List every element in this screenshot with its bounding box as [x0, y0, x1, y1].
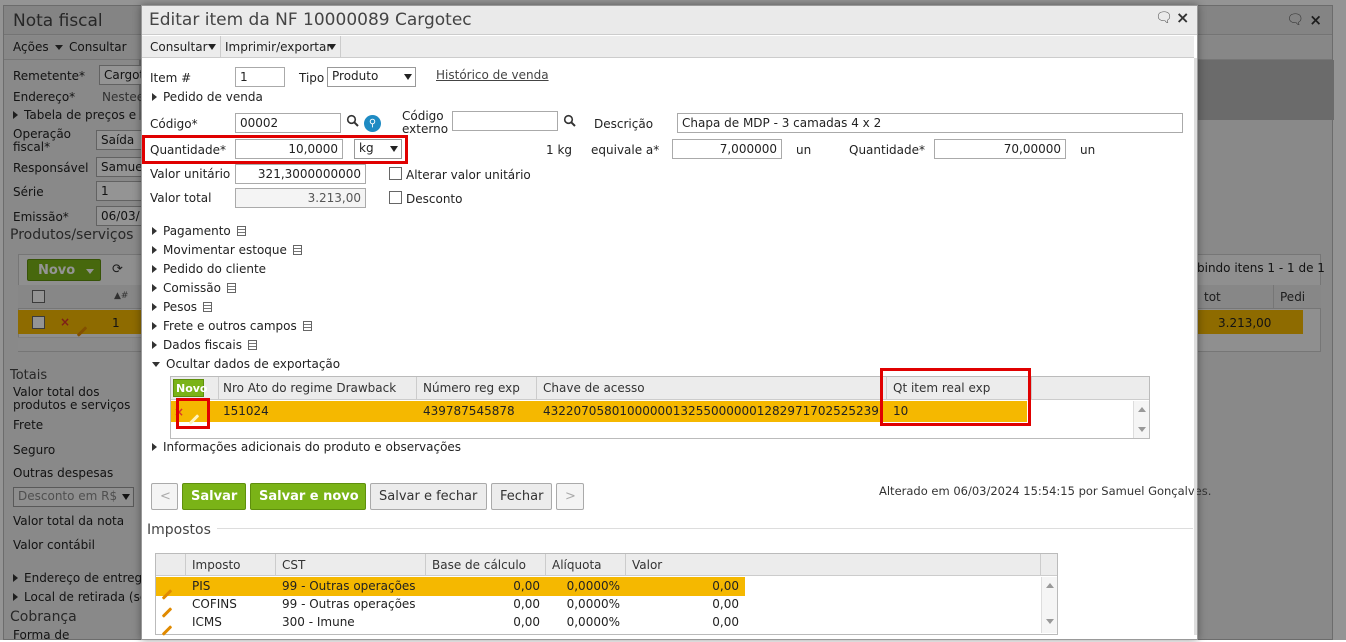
quantidade-un-label: Quantidade* — [849, 143, 926, 157]
pesos-section[interactable]: Pesos — [152, 300, 213, 314]
col-valor[interactable]: Valor — [626, 554, 1041, 576]
cell-base: 0,00 — [513, 615, 540, 629]
pedido-venda-section[interactable]: Pedido de venda — [152, 90, 263, 104]
menu-divider — [220, 36, 221, 58]
descricao-field[interactable]: Chapa de MDP - 3 camadas 4 x 2 — [677, 113, 1183, 133]
divider — [147, 528, 1193, 529]
tipo-label: Tipo — [299, 71, 325, 85]
note-icon — [292, 245, 302, 255]
note-icon — [247, 340, 257, 350]
consultar-menu[interactable]: Consultar — [150, 40, 216, 54]
cell-drawback: 151024 — [223, 404, 269, 418]
edit-icon[interactable] — [161, 621, 173, 636]
next-button[interactable]: > — [556, 483, 584, 510]
informacoes-adicionais-section[interactable]: Informações adicionais do produto e obse… — [152, 440, 461, 454]
quantidade-un-field[interactable]: 70,00000 — [934, 139, 1066, 159]
dialog-title: Editar item da NF 10000089 Cargotec — [149, 10, 472, 30]
altered-text: Alterado em 06/03/2024 15:54:15 por Samu… — [879, 484, 1212, 498]
item-label: Item # — [150, 71, 192, 85]
valor-unitario-field[interactable]: 321,3000000000 — [235, 164, 366, 184]
imprimir-menu[interactable]: Imprimir/exportar — [225, 40, 336, 54]
quantidade-highlight — [142, 135, 408, 164]
cell-chave-acesso: 4322070580100000013255000000128297170252… — [543, 404, 879, 418]
col-drawback[interactable]: Nro Ato do regime Drawback — [217, 377, 417, 399]
note-icon — [203, 302, 213, 312]
col-aliquota[interactable]: Alíquota — [546, 554, 626, 576]
cell-base: 0,00 — [513, 597, 540, 611]
impostos-scrollbar[interactable] — [1041, 577, 1057, 633]
codigo-field[interactable]: 00002 — [235, 113, 341, 133]
comissao-section[interactable]: Comissão — [152, 281, 236, 295]
salvar-button[interactable]: Salvar — [182, 483, 246, 510]
edit-icon[interactable] — [161, 603, 173, 618]
frete-section[interactable]: Frete e outros campos — [152, 319, 312, 333]
codigo-externo-field[interactable] — [452, 111, 558, 131]
note-icon — [236, 226, 246, 236]
cell-cst: 300 - Imune — [282, 615, 355, 629]
equivale-label: equivale a* — [591, 143, 660, 157]
codigo-label: Código* — [150, 117, 198, 131]
dados-fiscais-section[interactable]: Dados fiscais — [152, 338, 257, 352]
col-numero-reg[interactable]: Número reg exp — [417, 377, 537, 399]
cell-base: 0,00 — [513, 579, 540, 593]
col-imposto[interactable]: Imposto — [186, 554, 276, 576]
alterar-valor-label: Alterar valor unitário — [406, 168, 531, 182]
search-icon[interactable] — [346, 114, 360, 131]
edit-icon[interactable] — [161, 585, 173, 600]
descricao-label: Descrição — [594, 117, 654, 131]
cell-valor: 0,00 — [712, 615, 739, 629]
col-chave-acesso[interactable]: Chave de acesso — [537, 377, 887, 399]
cell-cst: 99 - Outras operações — [282, 597, 416, 611]
qt-item-highlight — [880, 368, 1031, 426]
cell-imposto: ICMS — [192, 615, 222, 629]
cell-numero-reg: 439787545878 — [423, 404, 515, 418]
cell-aliquota: 0,0000% — [566, 579, 620, 593]
tipo-select[interactable]: Produto — [327, 67, 416, 87]
close-icon[interactable]: × — [1176, 8, 1189, 27]
edit-highlight — [176, 398, 210, 429]
col-cst[interactable]: CST — [276, 554, 426, 576]
cell-imposto: PIS — [192, 579, 211, 593]
unit-un: un — [1080, 143, 1096, 157]
salvar-novo-button[interactable]: Salvar e novo — [250, 483, 366, 510]
alterar-valor-checkbox[interactable] — [389, 167, 402, 180]
menu-divider — [340, 36, 341, 58]
cell-imposto: COFINS — [192, 597, 237, 611]
desconto-checkbox[interactable] — [389, 191, 402, 204]
note-icon — [302, 321, 312, 331]
unit-un: un — [796, 143, 812, 157]
valor-total-field: 3.213,00 — [235, 188, 366, 208]
cell-aliquota: 0,0000% — [566, 597, 620, 611]
valor-unitario-label: Valor unitário — [150, 167, 231, 181]
cell-aliquota: 0,0000% — [566, 615, 620, 629]
header-spacer — [156, 554, 186, 576]
previous-button[interactable]: < — [151, 483, 178, 510]
impostos-title: Impostos — [147, 522, 217, 538]
cell-valor: 0,00 — [712, 597, 739, 611]
search-icon[interactable] — [563, 114, 577, 131]
cell-valor: 0,00 — [712, 579, 739, 593]
pagamento-section[interactable]: Pagamento — [152, 224, 246, 238]
equivale-field[interactable]: 7,000000 — [672, 139, 782, 159]
note-icon — [226, 283, 236, 293]
valor-total-label: Valor total — [150, 191, 212, 205]
fechar-button[interactable]: Fechar — [491, 483, 552, 510]
col-base-calculo[interactable]: Base de cálculo — [426, 554, 546, 576]
conversion-text: 1 kg — [546, 143, 573, 157]
historico-venda-link[interactable]: Histórico de venda — [436, 68, 549, 82]
pedido-cliente-section[interactable]: Pedido do cliente — [152, 262, 266, 276]
chat-icon[interactable]: 🗨 — [1155, 10, 1173, 26]
salvar-fechar-button[interactable]: Salvar e fechar — [370, 483, 487, 510]
item-field[interactable]: 1 — [235, 67, 285, 87]
export-section-toggle[interactable]: Ocultar dados de exportação — [152, 357, 340, 371]
novo-export-button[interactable]: Novo — [173, 379, 208, 397]
export-grid-scrollbar[interactable] — [1133, 401, 1149, 438]
dialog-scrollbar[interactable] — [1194, 58, 1197, 635]
desconto-label: Desconto — [406, 192, 463, 206]
cell-cst: 99 - Outras operações — [282, 579, 416, 593]
movimentar-estoque-section[interactable]: Movimentar estoque — [152, 243, 302, 257]
info-icon[interactable]: ⚲ — [364, 115, 381, 132]
codigo-externo-label: Código externo — [402, 109, 449, 136]
